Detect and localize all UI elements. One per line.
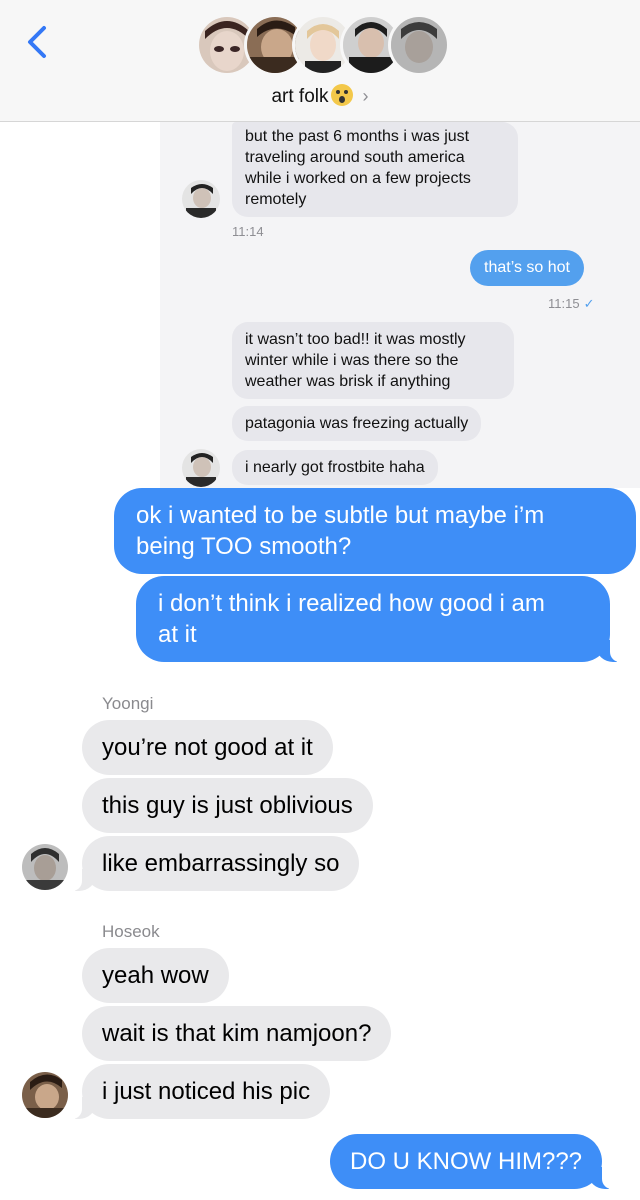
message-line: it wasn’t too bad!! it was mostly [245, 331, 466, 348]
incoming-message: i just noticed his pic [71, 1064, 331, 1119]
incoming-message: you’re not good at it [82, 720, 333, 775]
message-text: i just noticed his pic [102, 1078, 311, 1105]
embedded-screenshot: but the past 6 months i was just traveli… [160, 122, 640, 488]
message-line: remotely [245, 191, 307, 208]
chat-header: art folk › [0, 0, 640, 122]
embedded-message: but the past 6 months i was just traveli… [232, 122, 518, 217]
embedded-outgoing-message: that’s so hot [470, 250, 584, 286]
outgoing-message: ok i wanted to be subtle but maybe i’m b… [114, 488, 636, 574]
avatar [182, 449, 220, 487]
timestamp: 11:15 ✓ [548, 296, 594, 312]
incoming-message: like embarrassingly so [71, 836, 360, 891]
message-line: while i worked on a few projects [245, 170, 471, 187]
timestamp-text: 11:15 [548, 296, 580, 311]
outgoing-message: i don’t think i realized how good i am a… [136, 576, 620, 662]
incoming-message: this guy is just oblivious [82, 778, 373, 833]
scream-emoji-icon [330, 84, 353, 106]
incoming-message: wait is that kim namjoon? [82, 1006, 392, 1061]
back-button[interactable] [22, 22, 52, 62]
message-line: i don’t think i realized how good i am [158, 590, 545, 617]
avatar [182, 180, 220, 218]
read-check-icon: ✓ [583, 296, 595, 311]
chevron-right-icon: › [362, 86, 369, 106]
incoming-message: yeah wow [82, 948, 229, 1003]
sender-name: Hoseok [102, 922, 160, 941]
embedded-message: i nearly got frostbite haha [232, 450, 438, 485]
embedded-message: patagonia was freezing actually [232, 406, 482, 441]
message-line: traveling around south america [245, 149, 465, 166]
avatar [388, 14, 450, 76]
timestamp: 11:14 [232, 224, 264, 239]
group-title[interactable]: art folk › [0, 84, 640, 108]
avatar[interactable] [22, 844, 68, 890]
group-avatars[interactable] [196, 14, 450, 80]
message-line: winter while i was there so the [245, 352, 459, 369]
embedded-message: it wasn’t too bad!! it was mostly winter… [232, 322, 514, 399]
message-line: weather was brisk if anything [245, 373, 451, 390]
message-text: DO U KNOW HIM??? [350, 1148, 583, 1175]
message-line: at it [158, 621, 197, 648]
avatar[interactable] [22, 1072, 68, 1118]
message-text: like embarrassingly so [102, 850, 340, 877]
chevron-left-icon [28, 26, 46, 58]
message-line: being TOO smooth? [136, 533, 352, 560]
sender-name: Yoongi [102, 694, 154, 713]
outgoing-message: DO U KNOW HIM??? [330, 1134, 613, 1189]
message-line: ok i wanted to be subtle but maybe i’m [136, 502, 545, 529]
group-name: art folk [271, 86, 329, 107]
message-line: but the past 6 months i was just [245, 128, 470, 145]
